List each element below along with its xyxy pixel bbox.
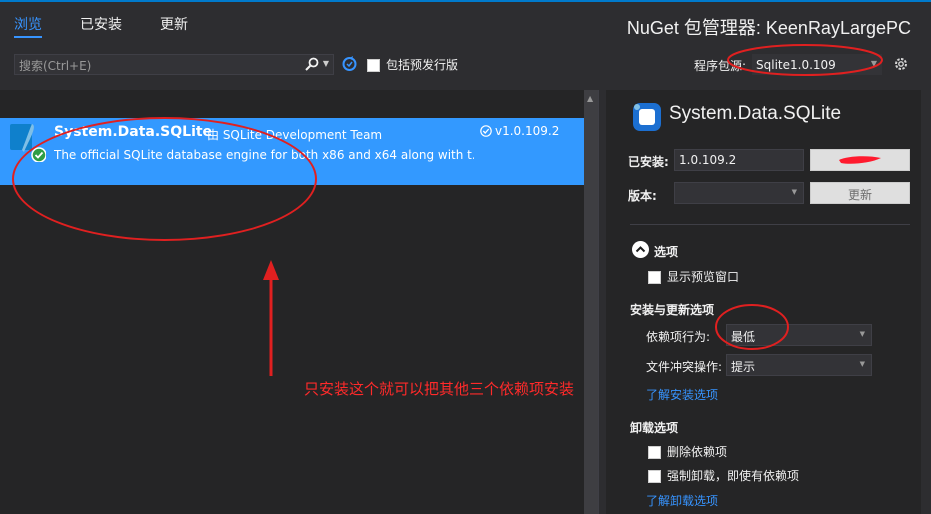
- package-source-value: Sqlite1.0.109: [756, 58, 836, 72]
- divider: [630, 224, 910, 225]
- installed-version-field[interactable]: 1.0.109.2: [674, 149, 804, 171]
- top-bar: 浏览 已安装 更新 NuGet 包管理器: KeenRayLargePC 搜索(…: [0, 0, 931, 90]
- options-header: 选项: [654, 245, 679, 259]
- installed-label: 已安装:: [628, 155, 669, 169]
- checkbox-box[interactable]: [367, 59, 380, 72]
- panel-splitter[interactable]: [598, 90, 606, 514]
- force-uninstall-checkbox[interactable]: 强制卸载，即使有依赖项: [648, 467, 799, 484]
- show-preview-label: 显示预览窗口: [667, 270, 740, 284]
- checkbox-box[interactable]: [648, 446, 661, 459]
- list-scrollbar[interactable]: ▲: [584, 90, 598, 514]
- package-version: v1.0.109.2: [480, 124, 559, 138]
- annotation-ellipse: [12, 117, 317, 241]
- learn-install-link[interactable]: 了解安装选项: [646, 386, 718, 403]
- dependency-value: 最低: [731, 330, 756, 344]
- redacted-mark: [839, 156, 881, 164]
- prerelease-label: 包括预发行版: [386, 58, 459, 72]
- learn-uninstall-link[interactable]: 了解卸载选项: [646, 492, 718, 509]
- chevron-up-icon: [635, 246, 646, 253]
- dependency-label: 依赖项行为:: [646, 330, 711, 344]
- prerelease-checkbox[interactable]: 包括预发行版: [367, 56, 458, 73]
- detail-title: System.Data.SQLite: [669, 103, 842, 124]
- show-preview-checkbox[interactable]: 显示预览窗口: [648, 268, 739, 285]
- remove-deps-checkbox[interactable]: 删除依赖项: [648, 443, 727, 460]
- version-label: 版本:: [628, 189, 657, 203]
- refresh-icon[interactable]: [341, 55, 358, 72]
- install-update-header: 安装与更新选项: [630, 303, 715, 317]
- search-placeholder: 搜索(Ctrl+E): [19, 59, 92, 73]
- remove-deps-label: 删除依赖项: [667, 445, 728, 459]
- chevron-down-icon: ▼: [859, 330, 865, 338]
- tab-browse[interactable]: 浏览: [14, 14, 42, 38]
- annotation-text: 只安装这个就可以把其他三个依赖项安装: [304, 380, 575, 398]
- checkbox-box[interactable]: [648, 271, 661, 284]
- version-select[interactable]: ▼: [674, 182, 804, 204]
- dependency-select[interactable]: 最低 ▼: [726, 324, 872, 346]
- force-uninstall-label: 强制卸载，即使有依赖项: [667, 469, 800, 483]
- tab-installed[interactable]: 已安装: [80, 14, 122, 34]
- search-input[interactable]: 搜索(Ctrl+E) ▼: [14, 54, 334, 75]
- manager-title: NuGet 包管理器: KeenRayLargePC: [626, 18, 911, 38]
- conflict-label: 文件冲突操作:: [646, 360, 723, 374]
- chevron-down-icon: ▼: [870, 59, 877, 68]
- package-source-select[interactable]: Sqlite1.0.109 ▼: [752, 54, 882, 75]
- uninstall-header: 卸载选项: [630, 421, 679, 435]
- chevron-down-icon[interactable]: ▼: [321, 58, 331, 70]
- package-source-label: 程序包源:: [694, 59, 747, 73]
- conflict-select[interactable]: 提示 ▼: [726, 354, 872, 376]
- annotation-arrow-icon: [263, 260, 279, 376]
- detail-scrollbar[interactable]: [921, 90, 931, 514]
- gear-icon[interactable]: [893, 56, 909, 72]
- chevron-down-icon: ▼: [859, 360, 865, 368]
- chevron-down-icon: ▼: [791, 188, 797, 196]
- collapse-options-button[interactable]: [632, 241, 649, 258]
- search-icon[interactable]: [305, 57, 319, 71]
- checkbox-box[interactable]: [648, 470, 661, 483]
- conflict-value: 提示: [731, 360, 756, 374]
- update-button[interactable]: 更新: [810, 182, 910, 204]
- package-detail-panel: System.Data.SQLite 已安装: 1.0.109.2 版本: ▼ …: [606, 90, 931, 514]
- uninstall-button[interactable]: [810, 149, 910, 171]
- package-detail-icon: [633, 103, 661, 131]
- tab-updates[interactable]: 更新: [160, 14, 188, 34]
- installed-check-icon: [480, 125, 492, 137]
- package-version-text: v1.0.109.2: [495, 124, 560, 138]
- scroll-up-icon[interactable]: ▲: [587, 94, 593, 103]
